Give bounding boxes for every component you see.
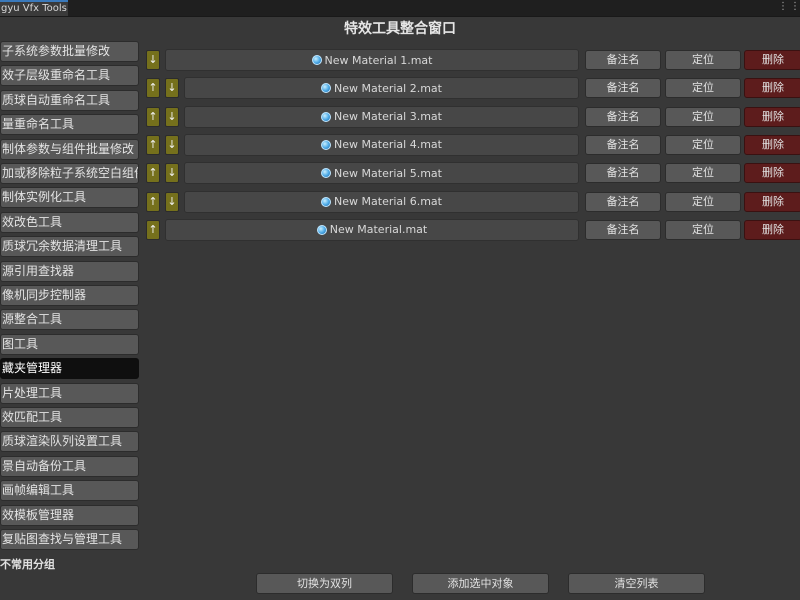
material-sphere-icon	[321, 111, 332, 122]
move-up-button[interactable]: ↑	[146, 191, 160, 212]
material-object-field[interactable]: New Material 5.mat	[184, 162, 579, 185]
locate-button[interactable]: 定位	[665, 163, 741, 184]
locate-button[interactable]: 定位	[665, 78, 741, 99]
material-sphere-icon	[316, 224, 327, 235]
material-object-field[interactable]: New Material 4.mat	[184, 133, 579, 156]
favorite-row: ↑ ↓ New Material 2.mat 备注名 定位 删除	[0, 77, 800, 100]
material-name: New Material 1.mat	[324, 53, 433, 67]
material-object-field[interactable]: New Material 3.mat	[184, 105, 579, 128]
delete-button[interactable]: 删除	[744, 78, 800, 99]
move-up-button[interactable]: ↑	[146, 134, 160, 155]
note-name-button[interactable]: 备注名	[585, 134, 661, 155]
delete-button[interactable]: 删除	[744, 134, 800, 155]
move-down-button[interactable]: ↓	[165, 106, 179, 127]
move-up-button[interactable]: ↑	[146, 219, 160, 240]
locate-button[interactable]: 定位	[665, 50, 741, 70]
sidebar-tool-button[interactable]: 藏夹管理器	[0, 358, 139, 380]
sidebar-tool-button[interactable]: 景自动备份工具	[0, 455, 139, 477]
material-object-field[interactable]: New Material.mat	[165, 218, 579, 241]
material-object-field[interactable]: New Material 6.mat	[184, 190, 579, 213]
locate-button[interactable]: 定位	[665, 106, 741, 127]
move-down-button[interactable]: ↓	[165, 163, 179, 184]
move-up-button[interactable]: ↑	[146, 163, 160, 184]
material-name: New Material 6.mat	[334, 195, 442, 208]
move-down-button[interactable]: ↓	[165, 191, 179, 212]
delete-button[interactable]: 删除	[744, 50, 800, 70]
sidebar-tool-button[interactable]: 源整合工具	[0, 309, 139, 331]
favorite-row: ↓ New Material 1.mat 备注名 定位 删除	[0, 49, 800, 71]
material-sphere-icon	[321, 83, 332, 94]
tab-bar-icons: ⋮ ⋮	[778, 0, 800, 16]
material-name: New Material 5.mat	[334, 166, 442, 180]
move-down-button[interactable]: ↓	[165, 134, 179, 155]
page-title: 特效工具整合窗口	[344, 21, 456, 37]
material-sphere-icon	[311, 55, 322, 65]
material-sphere-icon	[321, 139, 332, 150]
material-sphere-icon	[321, 196, 332, 207]
material-name: New Material.mat	[329, 223, 428, 237]
window-tab[interactable]: gyu Vfx Tools	[0, 0, 68, 16]
window-menu-icon[interactable]: ⋮	[790, 0, 800, 16]
delete-button[interactable]: 删除	[744, 163, 800, 184]
sidebar-tool-button[interactable]: 画帧编辑工具	[0, 480, 139, 502]
delete-button[interactable]: 删除	[744, 219, 800, 240]
favorite-row: ↑ New Material.mat 备注名 定位 删除	[0, 218, 800, 241]
sidebar-tool-button[interactable]: 源引用查找器	[0, 260, 139, 282]
note-name-button[interactable]: 备注名	[585, 191, 661, 212]
material-object-field[interactable]: New Material 2.mat	[184, 77, 579, 100]
sidebar-tool-button[interactable]: 效匹配工具	[0, 407, 139, 428]
sidebar-tool-button[interactable]: 复贴图查找与管理工具	[0, 529, 139, 550]
material-name: New Material 4.mat	[334, 138, 442, 152]
sidebar-tool-button[interactable]: 效模板管理器	[0, 504, 139, 526]
favorite-row: ↑ ↓ New Material 3.mat 备注名 定位 删除	[0, 105, 800, 128]
note-name-button[interactable]: 备注名	[585, 78, 661, 99]
material-name: New Material 3.mat	[334, 110, 442, 124]
move-down-button[interactable]: ↓	[146, 50, 160, 70]
tab-bar: gyu Vfx Tools ⋮ ⋮	[0, 0, 800, 17]
delete-button[interactable]: 删除	[744, 191, 800, 212]
locate-button[interactable]: 定位	[665, 134, 741, 155]
sidebar-tool-button[interactable]: 图工具	[0, 333, 139, 355]
favorite-row: ↑ ↓ New Material 5.mat 备注名 定位 删除	[0, 162, 800, 185]
note-name-button[interactable]: 备注名	[585, 50, 661, 70]
note-name-button[interactable]: 备注名	[585, 106, 661, 127]
move-up-button[interactable]: ↑	[146, 106, 160, 127]
sidebar-tool-button[interactable]: 质球渲染队列设置工具	[0, 431, 139, 453]
toggle-columns-button[interactable]: 切换为双列	[256, 573, 393, 594]
locate-button[interactable]: 定位	[665, 191, 741, 212]
sidebar-tool-button[interactable]: 片处理工具	[0, 382, 139, 404]
material-sphere-icon	[321, 168, 332, 179]
move-down-button[interactable]: ↓	[165, 78, 179, 99]
clear-list-button[interactable]: 清空列表	[568, 573, 705, 594]
add-selected-button[interactable]: 添加选中对象	[412, 573, 549, 594]
material-name: New Material 2.mat	[334, 81, 442, 95]
note-name-button[interactable]: 备注名	[585, 219, 661, 240]
group-label: 不常用分组	[0, 558, 55, 571]
material-object-field[interactable]: New Material 1.mat	[165, 49, 579, 71]
sidebar-tool-button[interactable]: 像机同步控制器	[0, 285, 139, 306]
delete-button[interactable]: 删除	[744, 106, 800, 127]
favorite-row: ↑ ↓ New Material 4.mat 备注名 定位 删除	[0, 133, 800, 156]
window-tab-label: gyu Vfx Tools	[1, 3, 67, 14]
move-up-button[interactable]: ↑	[146, 78, 160, 99]
note-name-button[interactable]: 备注名	[585, 163, 661, 184]
favorite-row: ↑ ↓ New Material 6.mat 备注名 定位 删除	[0, 190, 800, 213]
more-options-icon[interactable]: ⋮	[778, 0, 788, 16]
locate-button[interactable]: 定位	[665, 219, 741, 240]
